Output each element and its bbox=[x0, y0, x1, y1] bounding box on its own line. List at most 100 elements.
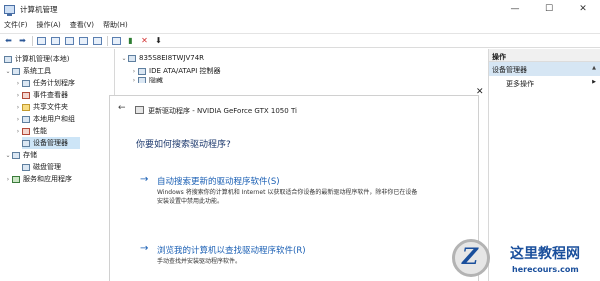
detail-view-icon[interactable] bbox=[92, 35, 103, 46]
actions-header: 操作 bbox=[489, 49, 600, 62]
window-controls: — ☐ ✕ bbox=[498, 0, 600, 18]
device-icon bbox=[138, 77, 146, 83]
help-icon[interactable] bbox=[78, 35, 89, 46]
event-viewer-icon bbox=[22, 91, 30, 99]
show-tree-icon[interactable] bbox=[50, 35, 61, 46]
computer-icon bbox=[128, 54, 136, 62]
tree-label: 设备管理器 bbox=[33, 139, 68, 147]
auto-search-title[interactable]: 自动搜索更新的驱动程序软件(S) bbox=[157, 175, 280, 187]
watermark-url: herecours.com bbox=[512, 265, 579, 274]
more-actions-item[interactable]: 更多操作 bbox=[489, 76, 600, 89]
watermark-logo-letter: Z bbox=[462, 244, 479, 270]
browse-computer-title[interactable]: 浏览我的计算机以查找驱动程序软件(R) bbox=[157, 244, 306, 256]
chevron-right-icon[interactable]: › bbox=[14, 80, 22, 87]
tree-label: 共享文件夹 bbox=[33, 103, 68, 111]
watermark-title: 这里教程网 bbox=[510, 246, 580, 262]
chevron-down-icon[interactable]: ⌄ bbox=[120, 55, 128, 62]
download-icon[interactable]: ⬇ bbox=[153, 35, 164, 46]
tree-label: 服务和应用程序 bbox=[23, 175, 72, 183]
actions-section-device-manager[interactable]: 设备管理器 bbox=[489, 62, 600, 76]
forward-arrow-icon[interactable]: ➡ bbox=[17, 35, 28, 46]
auto-search-option[interactable]: → 自动搜索更新的驱动程序软件(S) Windows 将搜索你的计算机和 Int… bbox=[140, 174, 440, 210]
maximize-button[interactable]: ☐ bbox=[532, 0, 566, 18]
tree-item-root[interactable]: 计算机管理(本地) bbox=[4, 53, 69, 65]
up-folder-icon[interactable] bbox=[36, 35, 47, 46]
dialog-close-button[interactable]: ✕ bbox=[476, 87, 484, 97]
tree-label: 磁盘管理 bbox=[33, 163, 61, 171]
watermark: Z 这里教程网 herecours.com bbox=[446, 236, 600, 281]
tree-item-services-apps[interactable]: › 服务和应用程序 bbox=[4, 173, 72, 185]
tree-item-disk-management[interactable]: 磁盘管理 bbox=[22, 161, 61, 173]
users-icon bbox=[22, 115, 30, 123]
tree-item-task-scheduler[interactable]: › 任务计划程序 bbox=[14, 77, 75, 89]
chevron-right-icon[interactable]: › bbox=[4, 176, 12, 183]
tools-icon bbox=[12, 67, 20, 75]
tree-label: 性能 bbox=[33, 127, 47, 135]
shared-folder-icon bbox=[22, 103, 30, 111]
chevron-down-icon[interactable]: ⌄ bbox=[4, 68, 12, 75]
tree-item-event-viewer[interactable]: › 事件查看器 bbox=[14, 89, 68, 101]
tree-item-device-manager[interactable]: 设备管理器 bbox=[22, 137, 80, 149]
device-label: IDE ATA/ATAPI 控制器 bbox=[149, 67, 221, 75]
device-computer-node[interactable]: ⌄ 835S8EI8TWJV74R bbox=[120, 52, 204, 64]
scan-hardware-icon[interactable] bbox=[111, 35, 122, 46]
tree-item-system-tools[interactable]: ⌄ 系统工具 bbox=[4, 65, 51, 77]
tree-item-storage[interactable]: ⌄ 存储 bbox=[4, 149, 37, 161]
uninstall-x-icon[interactable]: ✕ bbox=[139, 35, 150, 46]
chevron-right-icon[interactable]: › bbox=[14, 116, 22, 123]
menu-action[interactable]: 操作(A) bbox=[37, 20, 61, 30]
chevron-right-icon[interactable]: › bbox=[130, 68, 138, 75]
services-icon bbox=[12, 175, 20, 183]
computer-management-icon bbox=[4, 4, 15, 16]
tree-label: 事件查看器 bbox=[33, 91, 68, 99]
tree-label: 存储 bbox=[23, 151, 37, 159]
chevron-right-icon[interactable]: › bbox=[14, 92, 22, 99]
minimize-button[interactable]: — bbox=[498, 0, 532, 18]
computer-icon bbox=[4, 55, 12, 63]
back-arrow-icon[interactable]: ← bbox=[118, 103, 126, 113]
device-label: 隐藏 bbox=[149, 77, 163, 83]
ide-controller-icon bbox=[138, 67, 146, 75]
chevron-down-icon[interactable]: ⌄ bbox=[4, 152, 12, 159]
storage-icon bbox=[12, 151, 20, 159]
tree-item-shared-folders[interactable]: › 共享文件夹 bbox=[14, 101, 68, 113]
clock-icon bbox=[22, 79, 30, 87]
menu-help[interactable]: 帮助(H) bbox=[103, 20, 128, 30]
arrow-right-icon: → bbox=[140, 243, 149, 254]
toolbar-separator bbox=[32, 35, 33, 46]
properties-icon[interactable] bbox=[64, 35, 75, 46]
device-partial-row[interactable]: › 隐藏 bbox=[130, 77, 163, 83]
chevron-right-icon[interactable]: › bbox=[130, 77, 138, 83]
navigation-tree: 计算机管理(本地) ⌄ 系统工具 › 任务计划程序 › 事件查看器 › 共享文件… bbox=[0, 49, 115, 281]
toolbar: ⬅ ➡ ▮ ✕ ⬇ bbox=[0, 33, 600, 48]
tree-item-local-users[interactable]: › 本地用户和组 bbox=[14, 113, 75, 125]
auto-search-description: Windows 将搜索你的计算机和 Internet 以获取适合你设备的最新驱动… bbox=[157, 189, 418, 205]
device-manager-icon bbox=[22, 139, 30, 147]
menu-view[interactable]: 查看(V) bbox=[70, 20, 94, 30]
chevron-right-icon[interactable]: › bbox=[14, 128, 22, 135]
menu-bar: 文件(F) 操作(A) 查看(V) 帮助(H) bbox=[0, 18, 600, 32]
back-arrow-icon[interactable]: ⬅ bbox=[3, 35, 14, 46]
dialog-title: 更新驱动程序 - NVIDIA GeForce GTX 1050 Ti bbox=[148, 107, 297, 115]
arrow-right-icon: → bbox=[140, 174, 149, 185]
device-list: ⌄ 835S8EI8TWJV74R › IDE ATA/ATAPI 控制器 › … bbox=[116, 49, 488, 89]
close-button[interactable]: ✕ bbox=[566, 0, 600, 18]
device-ide-controller[interactable]: › IDE ATA/ATAPI 控制器 bbox=[130, 65, 221, 77]
browse-computer-description: 手动查找并安装驱动程序软件。 bbox=[157, 258, 242, 265]
update-driver-icon[interactable]: ▮ bbox=[125, 35, 136, 46]
tree-label: 系统工具 bbox=[23, 67, 51, 75]
browse-computer-option[interactable]: → 浏览我的计算机以查找驱动程序软件(R) 手动查找并安装驱动程序软件。 bbox=[140, 243, 440, 273]
tree-label: 计算机管理(本地) bbox=[15, 55, 70, 63]
window-title: 计算机管理 bbox=[20, 4, 58, 14]
performance-icon bbox=[22, 127, 30, 135]
tree-item-performance[interactable]: › 性能 bbox=[14, 125, 47, 137]
menu-file[interactable]: 文件(F) bbox=[4, 20, 28, 30]
chevron-right-icon[interactable]: › bbox=[14, 104, 22, 111]
device-icon bbox=[135, 106, 144, 114]
tree-label: 任务计划程序 bbox=[33, 79, 75, 87]
update-driver-dialog: ← 更新驱动程序 - NVIDIA GeForce GTX 1050 Ti 你要… bbox=[110, 96, 478, 281]
tree-label: 本地用户和组 bbox=[33, 115, 75, 123]
dialog-question: 你要如何搜索驱动程序? bbox=[136, 140, 231, 150]
disk-icon bbox=[22, 163, 30, 171]
title-bar: 计算机管理 — ☐ ✕ bbox=[0, 0, 600, 18]
